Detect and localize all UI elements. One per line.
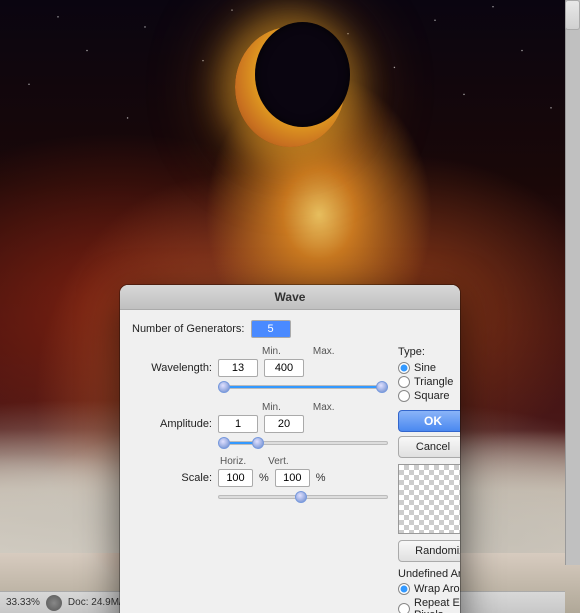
- amplitude-min-header: Min.: [262, 402, 281, 413]
- scale-label: Scale:: [132, 472, 212, 484]
- scale-vert-header: Vert.: [268, 456, 289, 467]
- generators-input[interactable]: [251, 320, 291, 338]
- canvas-area: 33.33% Doc: 24.9M/A Wave Number of Gener…: [0, 0, 580, 613]
- repeat-edge-label: Repeat Edge Pixels: [414, 597, 460, 613]
- wavelength-max-input[interactable]: [264, 359, 304, 377]
- scrollbar-thumb[interactable]: [565, 0, 580, 30]
- scale-slider[interactable]: [218, 490, 388, 504]
- moon: [230, 22, 350, 152]
- scale-thumb[interactable]: [295, 491, 307, 503]
- wrap-around-row[interactable]: Wrap Around: [398, 583, 460, 595]
- amplitude-max-input[interactable]: [264, 415, 304, 433]
- generators-row: Number of Generators:: [132, 320, 448, 338]
- type-square-radio[interactable]: [398, 390, 410, 402]
- type-triangle-radio[interactable]: [398, 376, 410, 388]
- scale-header: Horiz. Vert.: [220, 456, 388, 467]
- wavelength-header: Min. Max.: [262, 346, 388, 357]
- cancel-button[interactable]: Cancel: [398, 436, 460, 458]
- undefined-areas-section: Undefined Areas: Wrap Around Repeat Edge…: [398, 568, 460, 613]
- scale-vert-input[interactable]: [275, 469, 310, 487]
- type-triangle-row[interactable]: Triangle: [398, 376, 460, 388]
- dialog-title: Wave: [120, 285, 460, 310]
- type-square-row[interactable]: Square: [398, 390, 460, 402]
- ok-button[interactable]: OK: [398, 410, 460, 432]
- dialog-left-panel: Min. Max. Wavelength:: [132, 346, 388, 613]
- amplitude-inputs-row: Amplitude:: [132, 415, 388, 433]
- wavelength-slider[interactable]: [218, 380, 388, 394]
- repeat-edge-radio[interactable]: [398, 603, 410, 613]
- preview-box: [398, 464, 460, 534]
- wavelength-max-thumb[interactable]: [376, 381, 388, 393]
- type-triangle-label: Triangle: [414, 376, 453, 388]
- wavelength-section: Min. Max. Wavelength:: [132, 346, 388, 394]
- scrollbar-right[interactable]: [565, 0, 580, 565]
- dialog-right-panel: Type: Sine Triangle Square: [388, 346, 460, 613]
- wavelength-inputs-row: Wavelength:: [132, 359, 388, 377]
- amplitude-max-thumb[interactable]: [252, 437, 264, 449]
- scale-section: Horiz. Vert. Scale: % %: [132, 456, 388, 504]
- scale-inputs-row: Scale: % %: [132, 469, 388, 487]
- amplitude-label: Amplitude:: [132, 418, 212, 430]
- type-section: Type: Sine Triangle Square: [398, 346, 460, 402]
- amplitude-section: Min. Max. Amplitude:: [132, 402, 388, 450]
- wrap-around-radio[interactable]: [398, 583, 410, 595]
- wavelength-label: Wavelength:: [132, 362, 212, 374]
- wavelength-max-header: Max.: [313, 346, 335, 357]
- wrap-around-label: Wrap Around: [414, 583, 460, 595]
- type-square-label: Square: [414, 390, 449, 402]
- type-sine-radio[interactable]: [398, 362, 410, 374]
- amplitude-header: Min. Max.: [262, 402, 388, 413]
- randomize-button[interactable]: Randomize: [398, 540, 460, 562]
- type-label: Type:: [398, 346, 460, 358]
- type-sine-row[interactable]: Sine: [398, 362, 460, 374]
- generators-label: Number of Generators:: [132, 323, 245, 335]
- amplitude-max-header: Max.: [313, 402, 335, 413]
- amplitude-min-thumb[interactable]: [218, 437, 230, 449]
- wavelength-min-input[interactable]: [218, 359, 258, 377]
- type-sine-label: Sine: [414, 362, 436, 374]
- amplitude-slider[interactable]: [218, 436, 388, 450]
- scale-horiz-input[interactable]: [218, 469, 253, 487]
- scale-horiz-header: Horiz.: [220, 456, 246, 467]
- scale-vert-pct: %: [316, 472, 326, 484]
- zoom-level: 33.33%: [6, 597, 40, 608]
- wavelength-min-thumb[interactable]: [218, 381, 230, 393]
- undefined-areas-label: Undefined Areas:: [398, 568, 460, 580]
- wave-dialog: Wave Number of Generators: Min. Max.: [120, 285, 460, 613]
- action-buttons: OK Cancel: [398, 410, 460, 458]
- status-icon: [46, 595, 62, 611]
- scale-horiz-pct: %: [259, 472, 269, 484]
- wavelength-min-header: Min.: [262, 346, 281, 357]
- repeat-edge-row[interactable]: Repeat Edge Pixels: [398, 597, 460, 613]
- amplitude-min-input[interactable]: [218, 415, 258, 433]
